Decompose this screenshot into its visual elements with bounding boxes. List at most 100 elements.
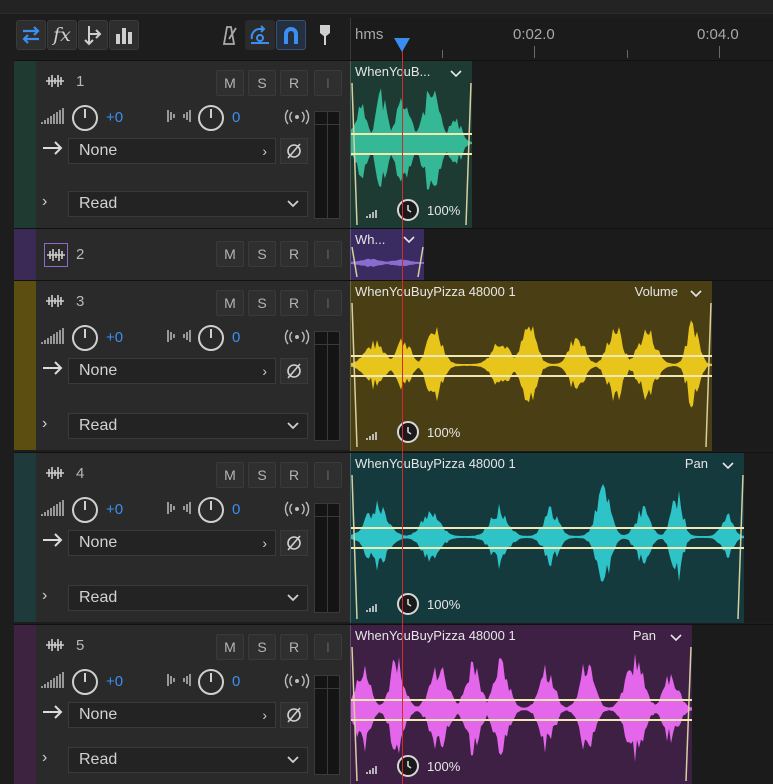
output-dropdown[interactable]: None › bbox=[68, 358, 276, 384]
output-dropdown[interactable]: None › bbox=[68, 138, 276, 164]
automation-envelope-line[interactable] bbox=[351, 355, 712, 357]
record-arm-button[interactable]: R bbox=[280, 290, 308, 316]
volume-value[interactable]: +0 bbox=[106, 501, 123, 518]
automation-mode-dropdown[interactable]: Read bbox=[68, 413, 308, 439]
pan-knob[interactable] bbox=[198, 669, 224, 695]
record-arm-button[interactable]: R bbox=[280, 241, 308, 267]
automation-mode-dropdown[interactable]: Read bbox=[68, 191, 308, 217]
input-monitor-button[interactable]: I bbox=[314, 290, 342, 316]
volume-knob[interactable] bbox=[72, 669, 98, 695]
record-arm-button[interactable]: R bbox=[280, 462, 308, 488]
clip-automation-param[interactable]: Pan bbox=[685, 456, 708, 471]
stretch-stopwatch-icon[interactable] bbox=[397, 755, 419, 777]
broadcast-icon[interactable] bbox=[284, 501, 310, 520]
input-monitor-button[interactable]: I bbox=[314, 634, 342, 660]
phase-invert-button[interactable] bbox=[280, 138, 308, 164]
track-lane[interactable]: WhenYouBuyPizza 48000 1 Volume 100% bbox=[350, 280, 773, 451]
output-dropdown[interactable]: None › bbox=[68, 702, 276, 728]
phase-invert-button[interactable] bbox=[280, 358, 308, 384]
clip-menu-chevron-icon[interactable] bbox=[670, 630, 682, 645]
automation-envelope-line[interactable] bbox=[351, 153, 472, 155]
automation-mode-value: Read bbox=[79, 751, 118, 768]
expand-track-icon[interactable]: › bbox=[42, 415, 47, 433]
pan-value[interactable]: 0 bbox=[232, 329, 240, 346]
clip-menu-chevron-icon[interactable] bbox=[722, 458, 734, 473]
playhead-line[interactable] bbox=[402, 42, 403, 784]
automation-mode-dropdown[interactable]: Read bbox=[68, 585, 308, 611]
broadcast-icon[interactable] bbox=[284, 109, 310, 128]
mute-button[interactable]: M bbox=[216, 241, 244, 267]
stretch-stopwatch-icon[interactable] bbox=[397, 199, 419, 221]
track-lane[interactable]: WhenYouBuyPizza 48000 1 Pan 100% bbox=[350, 452, 773, 623]
track-lane[interactable]: WhenYouBuyPizza 48000 1 Pan 100% bbox=[350, 624, 773, 784]
clip-menu-chevron-icon[interactable] bbox=[450, 66, 462, 81]
stretch-stopwatch-icon[interactable] bbox=[397, 421, 419, 443]
clip-automation-param[interactable]: Volume bbox=[635, 284, 678, 299]
expand-track-icon[interactable]: › bbox=[42, 193, 47, 211]
expand-track-icon[interactable]: › bbox=[42, 587, 47, 605]
pan-value[interactable]: 0 bbox=[232, 501, 240, 518]
audio-clip[interactable]: WhenYouBuyPizza 48000 1 Volume 100% bbox=[350, 281, 712, 451]
pan-knob[interactable] bbox=[198, 497, 224, 523]
volume-value[interactable]: +0 bbox=[106, 109, 123, 126]
solo-button[interactable]: S bbox=[248, 290, 276, 316]
audio-clip[interactable]: WhenYouB... 100% bbox=[350, 61, 472, 229]
pan-knob[interactable] bbox=[198, 105, 224, 131]
volume-value[interactable]: +0 bbox=[106, 673, 123, 690]
time-ruler[interactable]: hms 0:02.0 0:04.0 bbox=[350, 18, 773, 60]
levels-icon[interactable] bbox=[109, 20, 139, 50]
track-lane[interactable]: WhenYouB... 100% bbox=[350, 60, 773, 229]
clip-menu-chevron-icon[interactable] bbox=[690, 286, 702, 301]
mute-button[interactable]: M bbox=[216, 634, 244, 660]
input-monitor-button[interactable]: I bbox=[314, 70, 342, 96]
switch-arrows-icon[interactable] bbox=[16, 20, 46, 50]
clip-automation-param[interactable]: Pan bbox=[633, 628, 656, 643]
volume-knob[interactable] bbox=[72, 105, 98, 131]
pan-knob[interactable] bbox=[198, 325, 224, 351]
audio-clip[interactable]: WhenYouBuyPizza 48000 1 Pan 100% bbox=[350, 453, 744, 623]
automation-envelope-line[interactable] bbox=[351, 527, 744, 529]
broadcast-icon[interactable] bbox=[284, 329, 310, 348]
input-monitor-button[interactable]: I bbox=[314, 462, 342, 488]
volume-knob[interactable] bbox=[72, 497, 98, 523]
mute-button[interactable]: M bbox=[216, 462, 244, 488]
audio-clip[interactable]: Wh... bbox=[350, 229, 424, 281]
stretch-stopwatch-icon[interactable] bbox=[397, 593, 419, 615]
metronome-icon[interactable] bbox=[214, 20, 244, 50]
pan-value[interactable]: 0 bbox=[232, 109, 240, 126]
broadcast-icon[interactable] bbox=[284, 673, 310, 692]
track-number: 1 bbox=[76, 73, 85, 90]
automation-envelope-line[interactable] bbox=[351, 133, 472, 135]
phase-invert-button[interactable] bbox=[280, 530, 308, 556]
marker-icon[interactable] bbox=[310, 20, 340, 50]
send-icon[interactable] bbox=[78, 20, 108, 50]
pan-icon bbox=[166, 499, 192, 520]
volume-knob[interactable] bbox=[72, 325, 98, 351]
mute-button[interactable]: M bbox=[216, 290, 244, 316]
phase-invert-button[interactable] bbox=[280, 702, 308, 728]
automation-mode-dropdown[interactable]: Read bbox=[68, 747, 308, 773]
record-arm-button[interactable]: R bbox=[280, 70, 308, 96]
output-value: None bbox=[79, 706, 118, 723]
volume-value[interactable]: +0 bbox=[106, 329, 123, 346]
chevron-down-icon bbox=[287, 191, 299, 215]
record-arm-button[interactable]: R bbox=[280, 634, 308, 660]
input-monitor-button[interactable]: I bbox=[314, 241, 342, 267]
expand-track-icon[interactable]: › bbox=[42, 749, 47, 767]
pan-value[interactable]: 0 bbox=[232, 673, 240, 690]
mute-button[interactable]: M bbox=[216, 70, 244, 96]
solo-button[interactable]: S bbox=[248, 462, 276, 488]
panel-top-edge bbox=[0, 0, 773, 14]
automation-envelope-line[interactable] bbox=[351, 547, 744, 549]
snap-magnet-icon[interactable] bbox=[276, 20, 306, 50]
track-lane[interactable]: Wh... bbox=[350, 228, 773, 281]
output-dropdown[interactable]: None › bbox=[68, 530, 276, 556]
solo-button[interactable]: S bbox=[248, 70, 276, 96]
clip-menu-chevron-icon[interactable] bbox=[403, 232, 415, 247]
solo-button[interactable]: S bbox=[248, 241, 276, 267]
playhead-handle[interactable] bbox=[394, 38, 410, 52]
effects-icon[interactable]: fx bbox=[47, 20, 77, 50]
automation-envelope-line[interactable] bbox=[351, 375, 712, 377]
solo-button[interactable]: S bbox=[248, 634, 276, 660]
loop-icon[interactable] bbox=[245, 20, 275, 50]
